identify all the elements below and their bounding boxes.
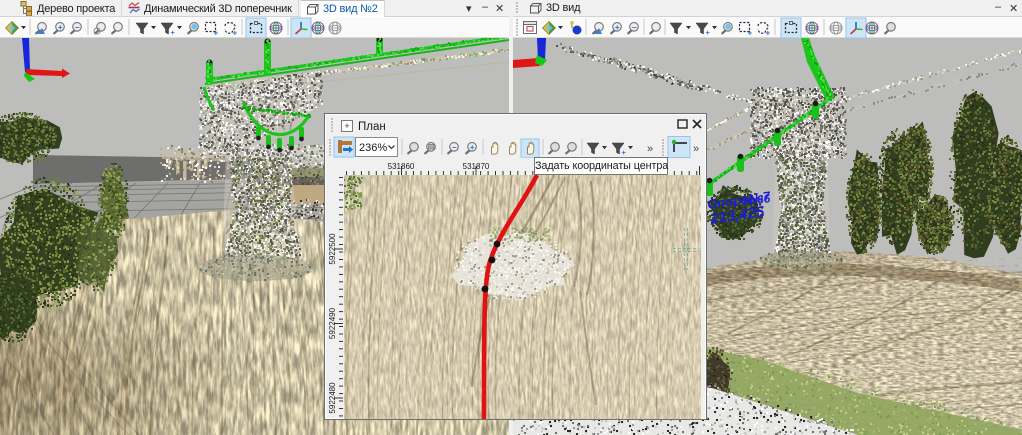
svg-text:+: + xyxy=(615,23,620,32)
svg-text:236%: 236% xyxy=(359,142,387,154)
svg-text:5922490: 5922490 xyxy=(328,307,337,339)
svg-text:+: + xyxy=(766,29,771,38)
svg-text:5922500: 5922500 xyxy=(328,233,337,265)
svg-text:+: + xyxy=(470,143,475,152)
svg-text:+: + xyxy=(344,121,349,131)
svg-text:План: План xyxy=(358,121,386,133)
svg-text:5922480: 5922480 xyxy=(328,382,337,414)
svg-text:+: + xyxy=(748,29,753,38)
svg-text:−: − xyxy=(452,143,457,152)
svg-text:−: − xyxy=(632,23,637,32)
svg-text:+: + xyxy=(706,28,711,37)
svg-text:»: » xyxy=(647,143,653,155)
svg-text:+: + xyxy=(622,148,627,157)
svg-text:»: » xyxy=(693,143,699,155)
svg-text:531870: 531870 xyxy=(463,162,490,171)
svg-text:531860: 531860 xyxy=(388,162,415,171)
